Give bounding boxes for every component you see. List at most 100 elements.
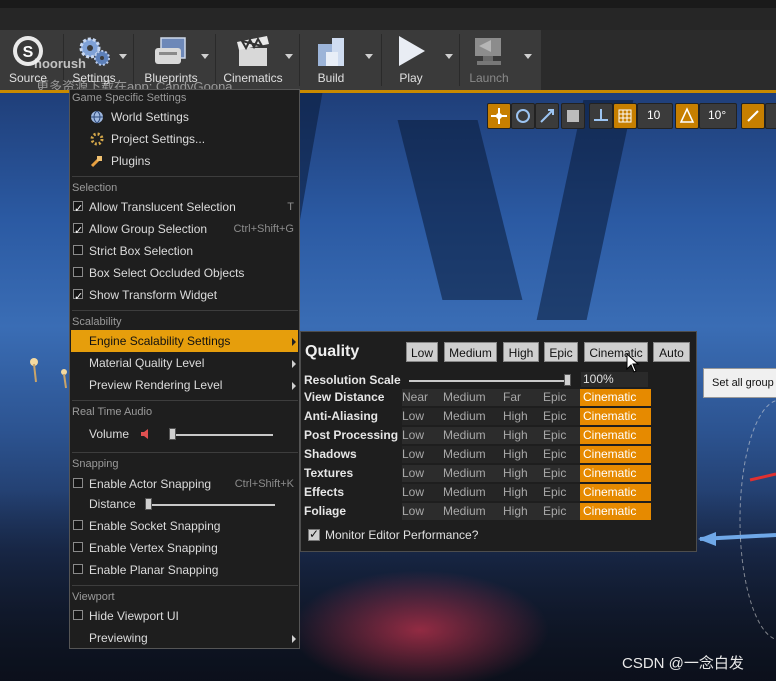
quality-medium-button[interactable]: Medium — [444, 342, 497, 362]
quality-level-option[interactable]: High — [503, 503, 528, 520]
quality-low-button[interactable]: Low — [406, 342, 438, 362]
translate-mode-button[interactable] — [487, 103, 511, 129]
volume-slider-handle[interactable] — [169, 428, 176, 440]
volume-slider-track[interactable] — [169, 434, 273, 436]
checkbox[interactable] — [73, 478, 83, 488]
quality-level-option[interactable]: Epic — [543, 465, 566, 482]
monitor-performance-label: Monitor Editor Performance? — [325, 528, 479, 542]
menu-item-allow-group-selection[interactable]: Allow Group Selection Ctrl+Shift+G — [71, 218, 298, 242]
menu-item-box-select-occluded[interactable]: Box Select Occluded Objects — [71, 262, 298, 284]
resolution-scale-track[interactable] — [409, 380, 571, 382]
quality-level-option[interactable]: Cinematic — [580, 484, 651, 501]
quality-level-option[interactable]: Cinematic — [580, 503, 651, 520]
quality-level-option[interactable]: Medium — [443, 503, 486, 520]
quality-level-option[interactable]: High — [503, 446, 528, 463]
menu-item-allow-translucent-selection[interactable]: Allow Translucent Selection T — [71, 196, 298, 220]
quality-level-option[interactable]: Cinematic — [580, 427, 651, 444]
rotate-mode-button[interactable] — [511, 103, 535, 129]
checkbox[interactable] — [73, 220, 83, 242]
distance-slider-handle[interactable] — [145, 498, 152, 510]
rotation-snap-toggle[interactable] — [675, 103, 699, 129]
quality-level-option[interactable]: High — [503, 484, 528, 501]
menu-item-strict-box-selection[interactable]: Strict Box Selection — [71, 240, 298, 262]
scale-snap-toggle[interactable] — [741, 103, 765, 129]
quality-level-option[interactable]: Medium — [443, 389, 486, 406]
project-settings-icon — [90, 132, 104, 146]
menu-item-enable-planar-snapping[interactable]: Enable Planar Snapping — [71, 559, 298, 581]
menu-item-preview-rendering-level[interactable]: Preview Rendering Level — [71, 374, 298, 396]
quality-level-option[interactable]: Epic — [543, 427, 566, 444]
menu-item-world-settings[interactable]: World Settings — [71, 106, 298, 128]
rotate-icon — [516, 109, 530, 123]
checkbox[interactable] — [73, 542, 83, 552]
quality-level-option[interactable]: Cinematic — [580, 389, 651, 406]
build-dropdown-icon[interactable] — [365, 54, 373, 59]
checkbox[interactable] — [73, 564, 83, 574]
quality-level-option[interactable]: Medium — [443, 484, 486, 501]
quality-level-option[interactable]: Low — [402, 503, 424, 520]
quality-level-option[interactable]: Low — [402, 427, 424, 444]
checkbox[interactable] — [73, 245, 83, 255]
quality-high-button[interactable]: High — [503, 342, 539, 362]
checkbox[interactable] — [73, 198, 83, 220]
svg-text:S: S — [23, 44, 34, 61]
menu-item-previewing[interactable]: Previewing — [71, 627, 298, 649]
menu-item-hide-viewport-ui[interactable]: Hide Viewport UI — [71, 605, 298, 627]
surface-snap-button[interactable] — [589, 103, 613, 129]
checkbox[interactable] — [73, 267, 83, 277]
quality-epic-button[interactable]: Epic — [544, 342, 578, 362]
menu-item-enable-socket-snapping[interactable]: Enable Socket Snapping — [71, 515, 298, 537]
quality-level-option[interactable]: Cinematic — [580, 446, 651, 463]
menu-item-plugins[interactable]: Plugins — [71, 150, 298, 172]
quality-level-option[interactable]: High — [503, 465, 528, 482]
quality-level-option[interactable]: Medium — [443, 465, 486, 482]
quality-level-option[interactable]: Epic — [543, 446, 566, 463]
resolution-scale-handle[interactable] — [564, 374, 571, 386]
menu-item-show-transform-widget[interactable]: Show Transform Widget — [71, 284, 298, 308]
cinematics-dropdown-icon[interactable] — [285, 54, 293, 59]
checkbox[interactable] — [73, 520, 83, 530]
quality-level-option[interactable]: Low — [402, 484, 424, 501]
menu-item-material-quality-level[interactable]: Material Quality Level — [71, 352, 298, 374]
quality-level-option[interactable]: Low — [402, 408, 424, 425]
blueprints-dropdown-icon[interactable] — [201, 54, 209, 59]
monitor-performance-checkbox[interactable]: ✓ — [308, 527, 320, 541]
quality-level-option[interactable]: Far — [503, 389, 521, 406]
build-button[interactable]: Build — [305, 30, 357, 90]
quality-level-option[interactable]: High — [503, 427, 528, 444]
rotation-snap-value-button[interactable]: 10° — [699, 103, 737, 129]
settings-dropdown-icon[interactable] — [119, 54, 127, 59]
quality-level-option[interactable]: Cinematic — [580, 465, 651, 482]
grid-snap-value-button[interactable]: 10 — [637, 103, 673, 129]
launch-dropdown-icon[interactable] — [524, 54, 532, 59]
quality-level-option[interactable]: Medium — [443, 446, 486, 463]
quality-level-option[interactable]: Medium — [443, 408, 486, 425]
quality-level-option[interactable]: Low — [402, 446, 424, 463]
translate-icon — [491, 108, 507, 124]
quality-level-option[interactable]: Cinematic — [580, 408, 651, 425]
quality-level-option[interactable]: Near — [402, 389, 428, 406]
grid-snap-toggle[interactable] — [613, 103, 637, 129]
quality-level-option[interactable]: High — [503, 408, 528, 425]
menu-item-enable-vertex-snapping[interactable]: Enable Vertex Snapping — [71, 537, 298, 559]
menu-item-project-settings[interactable]: Project Settings... — [71, 128, 298, 150]
scale-snap-value-button[interactable] — [765, 103, 776, 129]
play-dropdown-icon[interactable] — [445, 54, 453, 59]
world-local-toggle[interactable] — [561, 103, 585, 129]
checkbox[interactable] — [73, 286, 83, 308]
quality-level-option[interactable]: Epic — [543, 389, 566, 406]
menu-item-enable-actor-snapping[interactable]: Enable Actor Snapping Ctrl+Shift+K — [71, 473, 298, 495]
globe-icon — [91, 110, 103, 124]
menu-item-engine-scalability-settings[interactable]: Engine Scalability Settings — [71, 330, 298, 352]
distance-slider-track[interactable] — [145, 504, 275, 506]
scale-mode-button[interactable] — [535, 103, 559, 129]
quality-level-option[interactable]: Low — [402, 465, 424, 482]
launch-button[interactable]: Launch — [462, 30, 516, 90]
play-button[interactable]: Play — [386, 30, 436, 90]
quality-level-option[interactable]: Epic — [543, 484, 566, 501]
quality-level-option[interactable]: Epic — [543, 503, 566, 520]
checkbox[interactable] — [73, 610, 83, 620]
quality-auto-button[interactable]: Auto — [653, 342, 690, 362]
quality-level-option[interactable]: Medium — [443, 427, 486, 444]
quality-level-option[interactable]: Epic — [543, 408, 566, 425]
